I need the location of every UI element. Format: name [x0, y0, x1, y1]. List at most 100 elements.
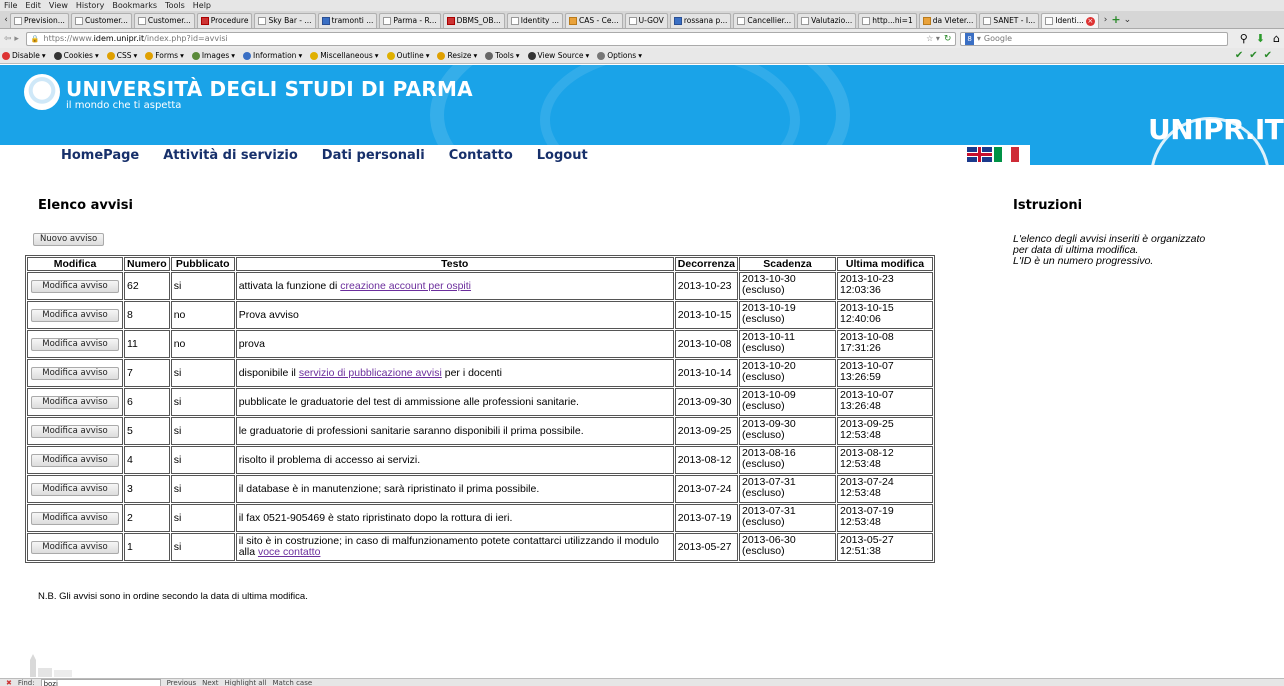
expiry-note: (escluso) [742, 516, 785, 528]
browser-tab[interactable]: Cancellier... [733, 13, 796, 28]
notice-number: 3 [124, 475, 170, 503]
edit-notice-button[interactable]: Modifica avviso [31, 366, 119, 380]
browser-tab[interactable]: Valutazio... [797, 13, 857, 28]
browser-tab[interactable]: rossana p... [669, 13, 732, 28]
menu-history[interactable]: History [76, 0, 104, 11]
url-input[interactable]: 🔒 https://www.idem.unipr.it/index.php?id… [25, 31, 957, 46]
edit-cell: Modifica avviso [27, 272, 123, 300]
browser-tab[interactable]: Procedure [196, 13, 253, 28]
notice-text: Prova avviso [235, 301, 674, 329]
toolbar-forms[interactable]: Forms ▾ [145, 51, 184, 60]
find-input[interactable]: bozi [40, 679, 161, 686]
browser-tab[interactable]: Prevision... [10, 13, 69, 28]
tab-scroll-left-icon[interactable]: ‹ [2, 12, 10, 28]
notice-text-part: il fax 0521-905469 è stato ripristinato … [238, 511, 513, 524]
edit-notice-button[interactable]: Modifica avviso [31, 395, 119, 409]
toolbar-information[interactable]: Information ▾ [243, 51, 302, 60]
new-tab-icon[interactable]: + [1111, 12, 1120, 28]
tab-close-icon[interactable]: × [1085, 16, 1095, 26]
edit-notice-button[interactable]: Modifica avviso [31, 279, 119, 293]
edit-notice-button[interactable]: Modifica avviso [31, 453, 119, 467]
bookmark-star-icon[interactable]: ☆ ▾ [926, 33, 940, 45]
toolbar-resize[interactable]: Resize ▾ [437, 51, 477, 60]
browser-tab[interactable]: CAS - Ce... [565, 13, 623, 28]
browser-tab[interactable]: Customer... [70, 13, 132, 28]
match-case-checkbox[interactable]: Match case [273, 679, 313, 686]
notice-link[interactable]: servizio di pubblicazione avvisi [299, 367, 442, 379]
edit-notice-button[interactable]: Modifica avviso [31, 337, 119, 351]
browser-tab[interactable]: DBMS_OB... [442, 13, 505, 28]
browser-tab[interactable]: http...hi=1 [858, 13, 917, 28]
highlight-all-button[interactable]: Highlight all [224, 679, 266, 686]
edit-notice-button[interactable]: Modifica avviso [31, 482, 119, 496]
nav-link-logout[interactable]: Logout [537, 148, 588, 163]
download-icon[interactable]: ⬇ [1256, 32, 1265, 45]
edit-notice-button[interactable]: Modifica avviso [31, 424, 119, 438]
nav-link-dati-personali[interactable]: Dati personali [322, 148, 425, 163]
last-modified-time: 12:40:06 [840, 313, 881, 325]
find-previous-button[interactable]: Previous [167, 679, 197, 686]
toolbar-disable[interactable]: Disable ▾ [2, 51, 46, 60]
table-row: Modifica avviso 4 si risolto il problema di… [27, 446, 933, 474]
tab-scroll-right-icon[interactable]: › [1104, 12, 1108, 28]
browser-tab[interactable]: da Vleter... [918, 13, 978, 28]
toolbar-options[interactable]: Options ▾ [597, 51, 642, 60]
last-modified-cell: 2013-09-25 12:53:48 [837, 417, 933, 445]
nav-link-contatto[interactable]: Contatto [449, 148, 513, 163]
instruction-line: L'ID è un numero progressivo. [1013, 255, 1154, 267]
binoculars-icon[interactable]: ⚲ [1240, 32, 1248, 45]
italy-flag-icon[interactable] [994, 147, 1019, 162]
browser-tab[interactable]: Parma - R... [379, 13, 441, 28]
home-icon[interactable]: ⌂ [1273, 32, 1280, 45]
menu-view[interactable]: View [49, 0, 68, 11]
close-icon[interactable]: ✖ [6, 679, 12, 686]
toolbar-item-icon [310, 51, 319, 60]
edit-notice-button[interactable]: Modifica avviso [31, 540, 119, 554]
chevron-down-icon: ▾ [638, 51, 642, 60]
notice-number: 62 [124, 272, 170, 300]
menu-help[interactable]: Help [193, 0, 211, 11]
nav-link-attivit-di-servizio[interactable]: Attività di servizio [163, 148, 298, 163]
edit-notice-button[interactable]: Modifica avviso [31, 511, 119, 525]
new-notice-button[interactable]: Nuovo avviso [33, 233, 105, 246]
browser-tab[interactable]: Customer... [133, 13, 195, 28]
toolbar-miscellaneous[interactable]: Miscellaneous ▾ [310, 51, 379, 60]
edit-notice-button[interactable]: Modifica avviso [31, 308, 119, 322]
browser-tab[interactable]: Identity ... [506, 13, 564, 28]
toolbar-outline[interactable]: Outline ▾ [386, 51, 429, 60]
chevron-down-icon: ▾ [374, 51, 379, 60]
notice-text-part: pubblicate le graduatorie del test di am… [238, 395, 579, 408]
table-row: Modifica avviso 2 si il fax 0521-905469 è s… [27, 504, 933, 532]
menu-edit[interactable]: Edit [25, 0, 41, 11]
find-next-button[interactable]: Next [202, 679, 218, 686]
browser-tab[interactable]: U-GOV [624, 13, 668, 28]
menu-file[interactable]: File [4, 0, 17, 11]
search-input[interactable]: 8 ▾ Google [960, 31, 1228, 46]
tab-label: CAS - Ce... [579, 16, 619, 25]
favicon-icon [74, 17, 83, 25]
toolbar-view-source[interactable]: View Source ▾ [527, 51, 589, 60]
toolbar-tools[interactable]: Tools ▾ [485, 51, 520, 60]
toolbar-images[interactable]: Images ▾ [191, 51, 235, 60]
browser-tab[interactable]: Identi... × [1041, 13, 1099, 28]
tab-list-icon[interactable]: ⌄ [1124, 12, 1132, 28]
nav-link-homepage[interactable]: HomePage [61, 148, 139, 163]
browser-tab[interactable]: tramonti ... [317, 13, 378, 28]
toolbar-css[interactable]: CSS ▾ [106, 51, 137, 60]
toolbar-cookies[interactable]: Cookies ▾ [53, 51, 99, 60]
notice-link[interactable]: voce contatto [258, 546, 320, 558]
column-header-modifica: Modifica [27, 257, 123, 271]
menu-bookmarks[interactable]: Bookmarks [112, 0, 157, 11]
browser-tab[interactable]: SANET - I... [979, 13, 1040, 28]
reload-icon[interactable]: ↻ [944, 33, 956, 45]
start-date: 2013-09-25 [674, 417, 738, 445]
menu-tools[interactable]: Tools [165, 0, 185, 11]
favicon-icon [383, 17, 392, 25]
search-engine-icon[interactable]: 8 [965, 32, 974, 45]
expiry-cell: 2013-10-09 (escluso) [739, 388, 836, 416]
uk-flag-icon[interactable] [967, 147, 992, 162]
chevron-down-icon: ▾ [180, 51, 184, 60]
browser-tab[interactable]: Sky Bar - ... [254, 13, 316, 28]
back-forward-icon[interactable]: ⇦ ▸ [4, 34, 22, 44]
notice-link[interactable]: creazione account per ospiti [340, 280, 471, 292]
